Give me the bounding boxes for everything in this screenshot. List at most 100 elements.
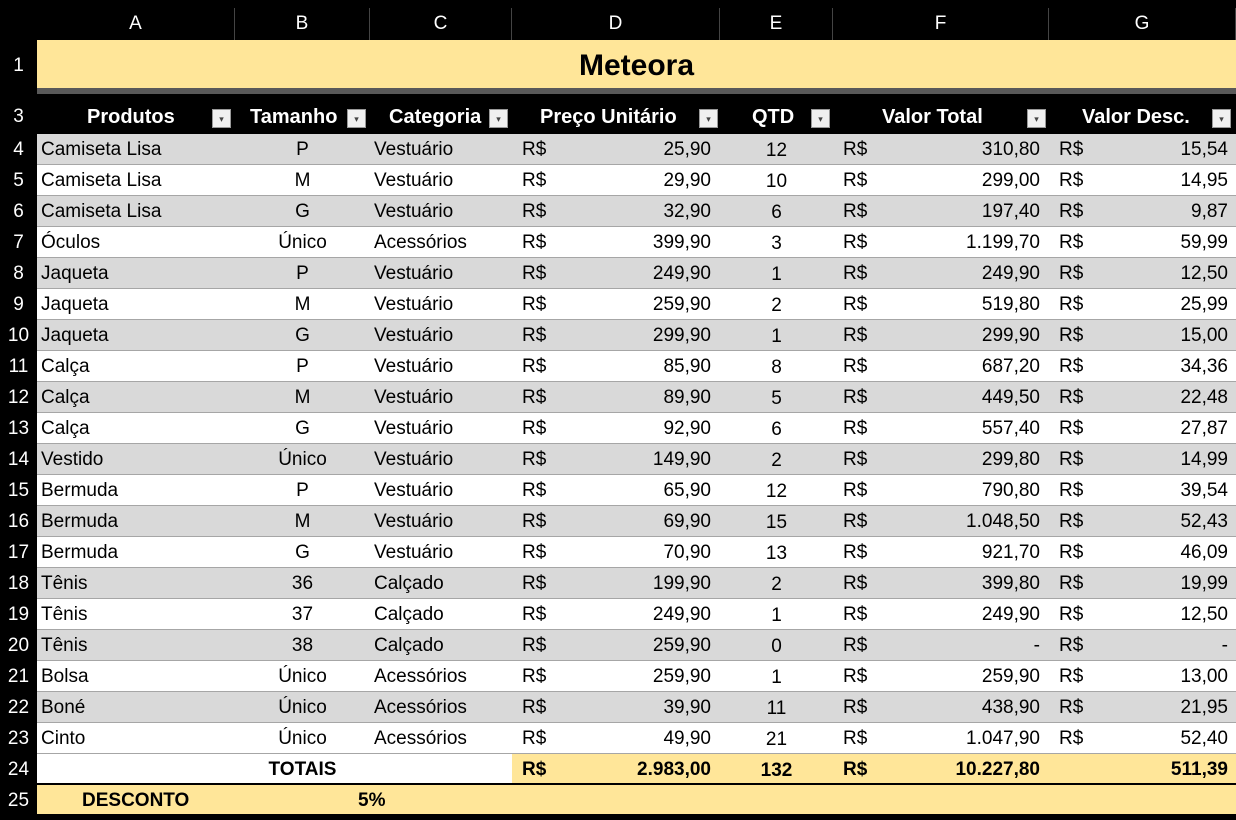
select-all-corner[interactable] [0, 8, 37, 40]
cell-produto[interactable]: Camiseta Lisa [37, 196, 235, 227]
cell-categoria[interactable]: Acessórios [370, 227, 512, 258]
cell-valor-desc[interactable]: 12,50 [1100, 258, 1232, 289]
cell-valor-desc[interactable]: 25,99 [1100, 289, 1232, 320]
cell-valor-desc[interactable]: 15,54 [1100, 134, 1232, 165]
filter-dropdown-button[interactable]: ▾ [811, 109, 830, 128]
cell-qtd[interactable]: 5 [720, 383, 833, 414]
cell-tamanho[interactable]: G [235, 537, 370, 568]
cell-categoria[interactable]: Vestuário [370, 475, 512, 506]
cell-categoria[interactable]: Vestuário [370, 506, 512, 537]
cell-produto[interactable]: Bolsa [37, 661, 235, 692]
cell-tamanho[interactable]: G [235, 320, 370, 351]
cell-qtd[interactable]: 6 [720, 414, 833, 445]
cell-preco[interactable]: 89,90 [560, 382, 715, 413]
cell-preco[interactable]: 49,90 [560, 723, 715, 754]
cell-valor-desc[interactable]: 34,36 [1100, 351, 1232, 382]
row-header[interactable]: 18 [0, 568, 37, 599]
discount-label[interactable]: DESCONTO [78, 785, 193, 816]
cell-qtd[interactable]: 2 [720, 445, 833, 476]
column-header-C[interactable]: C [370, 8, 512, 40]
total-desc[interactable]: 511,39 [1100, 754, 1232, 785]
row-header[interactable]: 13 [0, 413, 37, 444]
row-header[interactable]: 6 [0, 196, 37, 227]
cell-produto[interactable]: Tênis [37, 630, 235, 661]
title-cell[interactable]: Meteora [37, 40, 1236, 88]
cell-preco[interactable]: 259,90 [560, 661, 715, 692]
cell-produto[interactable]: Bermuda [37, 506, 235, 537]
cell-tamanho[interactable]: Único [235, 692, 370, 723]
totals-label[interactable]: TOTAIS [235, 754, 370, 785]
cell-categoria[interactable]: Vestuário [370, 320, 512, 351]
cell-preco[interactable]: 299,90 [560, 320, 715, 351]
cell-valor-desc[interactable]: 27,87 [1100, 413, 1232, 444]
cell-produto[interactable]: Bermuda [37, 537, 235, 568]
cell-categoria[interactable]: Vestuário [370, 289, 512, 320]
cell-preco[interactable]: 399,90 [560, 227, 715, 258]
cell-produto[interactable]: Camiseta Lisa [37, 165, 235, 196]
cell-produto[interactable]: Calça [37, 382, 235, 413]
cell-preco[interactable]: 32,90 [560, 196, 715, 227]
cell-qtd[interactable]: 12 [720, 135, 833, 166]
cell-produto[interactable]: Jaqueta [37, 289, 235, 320]
cell-tamanho[interactable]: M [235, 165, 370, 196]
cell-preco[interactable]: 25,90 [560, 134, 715, 165]
cell-valor-total[interactable]: 197,40 [880, 196, 1044, 227]
column-header-D[interactable]: D [512, 8, 720, 40]
cell-produto[interactable]: Óculos [37, 227, 235, 258]
cell-valor-total[interactable]: 557,40 [880, 413, 1044, 444]
cell-categoria[interactable]: Vestuário [370, 165, 512, 196]
row-header[interactable]: 20 [0, 630, 37, 661]
cell-valor-total[interactable]: - [880, 630, 1044, 661]
discount-value[interactable]: 5% [354, 785, 389, 816]
row-header[interactable]: 22 [0, 692, 37, 723]
cell-categoria[interactable]: Calçado [370, 599, 512, 630]
row-header[interactable]: 19 [0, 599, 37, 630]
cell-qtd[interactable]: 1 [720, 321, 833, 352]
cell-categoria[interactable]: Vestuário [370, 134, 512, 165]
cell-tamanho[interactable]: M [235, 289, 370, 320]
cell-qtd[interactable]: 1 [720, 259, 833, 290]
row-header-1[interactable]: 1 [0, 40, 37, 88]
cell-valor-desc[interactable]: 9,87 [1100, 196, 1232, 227]
row-header[interactable]: 4 [0, 134, 37, 165]
cell-preco[interactable]: 249,90 [560, 258, 715, 289]
cell-qtd[interactable]: 8 [720, 352, 833, 383]
row-header[interactable]: 12 [0, 382, 37, 413]
filter-dropdown-button[interactable]: ▾ [1027, 109, 1046, 128]
row-header[interactable]: 23 [0, 723, 37, 754]
cell-valor-total[interactable]: 687,20 [880, 351, 1044, 382]
filter-dropdown-button[interactable]: ▾ [489, 109, 508, 128]
cell-qtd[interactable]: 1 [720, 600, 833, 631]
cell-valor-total[interactable]: 790,80 [880, 475, 1044, 506]
cell-tamanho[interactable]: 37 [235, 599, 370, 630]
cell-categoria[interactable]: Vestuário [370, 444, 512, 475]
row-header[interactable]: 25 [0, 785, 37, 816]
cell-categoria[interactable]: Vestuário [370, 537, 512, 568]
cell-produto[interactable]: Calça [37, 351, 235, 382]
cell-categoria[interactable]: Vestuário [370, 196, 512, 227]
cell-valor-desc[interactable]: 52,40 [1100, 723, 1232, 754]
row-header[interactable]: 7 [0, 227, 37, 258]
filter-dropdown-button[interactable]: ▾ [212, 109, 231, 128]
row-header[interactable]: 24 [0, 754, 37, 785]
cell-tamanho[interactable]: Único [235, 661, 370, 692]
cell-valor-total[interactable]: 1.048,50 [880, 506, 1044, 537]
cell-categoria[interactable]: Calçado [370, 630, 512, 661]
filter-dropdown-button[interactable]: ▾ [699, 109, 718, 128]
cell-valor-desc[interactable]: 21,95 [1100, 692, 1232, 723]
cell-categoria[interactable]: Acessórios [370, 692, 512, 723]
cell-valor-desc[interactable]: 46,09 [1100, 537, 1232, 568]
cell-qtd[interactable]: 15 [720, 507, 833, 538]
total-qtd[interactable]: 132 [720, 755, 833, 786]
cell-qtd[interactable]: 11 [720, 693, 833, 724]
cell-tamanho[interactable]: P [235, 351, 370, 382]
cell-preco[interactable]: 149,90 [560, 444, 715, 475]
cell-valor-total[interactable]: 259,90 [880, 661, 1044, 692]
cell-produto[interactable]: Vestido [37, 444, 235, 475]
cell-categoria[interactable]: Vestuário [370, 382, 512, 413]
cell-tamanho[interactable]: P [235, 134, 370, 165]
cell-tamanho[interactable]: 38 [235, 630, 370, 661]
cell-valor-total[interactable]: 519,80 [880, 289, 1044, 320]
cell-categoria[interactable]: Acessórios [370, 661, 512, 692]
cell-valor-desc[interactable]: 13,00 [1100, 661, 1232, 692]
